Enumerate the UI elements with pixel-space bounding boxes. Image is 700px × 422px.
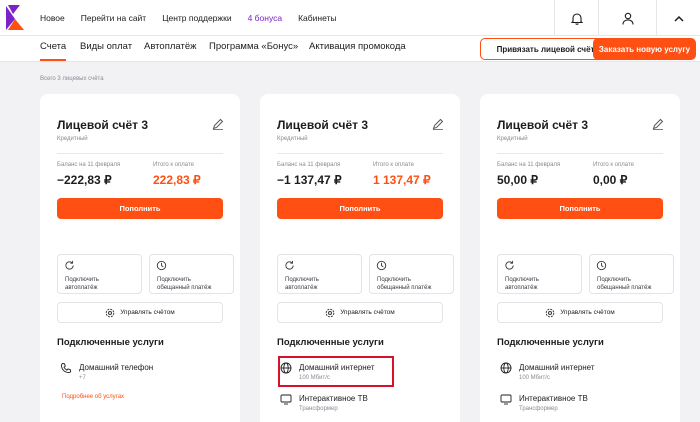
balance-label: Баланс на 11 февраля [277,162,341,168]
account-type: Кредитный [57,136,88,142]
services-heading: Подключенные услуги [277,337,384,348]
manage-account-button[interactable]: Управлять счётом [277,302,443,323]
account-type: Кредитный [497,136,528,142]
top-bar: Новое Перейти на сайт Центр поддержки 4 … [0,0,700,36]
tab-promo-activation[interactable]: Активация промокода [309,41,406,52]
account-card: Лицевой счёт 3 Кредитный Баланс на 11 фе… [40,94,240,422]
to-pay-value: 1 137,47 ₽ [373,173,431,187]
balance-value: −1 137,47 ₽ [277,173,342,187]
autopay-label: Подключить автоплатёж [285,277,319,291]
balance-value: 50,00 ₽ [497,173,538,187]
account-card: Лицевой счёт 3 Кредитный Баланс на 11 фе… [260,94,460,422]
notifications-button[interactable] [554,0,598,36]
highlight-box [278,356,394,387]
service-name: Домашний телефон [79,363,154,372]
service-name: Домашний интернет [519,363,595,372]
promised-payment-label: Подключить обещанный платёж [597,277,652,291]
order-service-button[interactable]: Заказать новую услугу [593,38,696,60]
nav-bonuses[interactable]: 4 бонуса [248,13,283,23]
service-name: Интерактивное ТВ [299,394,368,403]
top-nav: Новое Перейти на сайт Центр поддержки 4 … [40,0,337,36]
autopay-label: Подключить автоплатёж [505,277,539,291]
autopay-tile[interactable]: Подключить автоплатёж [497,254,582,294]
edit-icon[interactable] [432,118,444,130]
rostelecom-logo-icon[interactable] [4,4,28,32]
clock-icon [376,260,387,271]
tab-payment-types[interactable]: Виды оплат [80,41,132,52]
promised-payment-tile[interactable]: Подключить обещанный платёж [369,254,454,294]
account-card: Лицевой счёт 3 Кредитный Баланс на 11 фе… [480,94,680,422]
service-name: Интерактивное ТВ [519,394,588,403]
service-detail: 100 Мбит/с [519,375,550,381]
autopay-label: Подключить автоплатёж [65,277,99,291]
bell-icon [570,12,583,25]
service-details-link[interactable]: Подробнее об услугах [62,394,124,400]
promised-payment-tile[interactable]: Подключить обещанный платёж [589,254,674,294]
nav-support-center[interactable]: Центр поддержки [162,13,231,23]
tv-icon [500,394,512,405]
balance-value: −222,83 ₽ [57,173,112,187]
account-type: Кредитный [277,136,308,142]
topup-button[interactable]: Пополнить [57,198,223,219]
to-pay-label: Итого к оплате [153,162,194,168]
collapse-button[interactable] [656,0,700,36]
to-pay-value: 0,00 ₽ [593,173,628,187]
promised-payment-label: Подключить обещанный платёж [157,277,212,291]
manage-account-label: Управлять счётом [120,309,175,316]
nav-cabinets[interactable]: Кабинеты [298,13,336,23]
services-heading: Подключенные услуги [57,337,164,348]
refresh-icon [285,260,294,270]
clock-icon [156,260,167,271]
gear-icon [325,308,335,317]
balance-label: Баланс на 11 февраля [497,162,561,168]
nav-news[interactable]: Новое [40,13,65,23]
promised-payment-tile[interactable]: Подключить обещанный платёж [149,254,234,294]
manage-account-label: Управлять счётом [560,309,615,316]
accounts-count: Всего 3 лицевых счёта [40,76,104,82]
clock-icon [596,260,607,271]
refresh-icon [65,260,74,270]
service-detail: Трансформер [519,406,558,412]
service-detail: +7 [79,375,86,381]
chevron-up-icon [673,15,684,22]
promised-payment-label: Подключить обещанный платёж [377,277,432,291]
profile-button[interactable] [598,0,656,36]
user-icon [621,12,634,25]
divider [57,153,223,154]
tv-icon [280,394,292,405]
edit-icon[interactable] [212,118,224,130]
account-title: Лицевой счёт 3 [57,118,148,132]
phone-icon [61,363,72,373]
link-account-button[interactable]: Привязать лицевой счёт [480,38,611,60]
service-detail: Трансформер [299,406,338,412]
autopay-tile[interactable]: Подключить автоплатёж [57,254,142,294]
to-pay-value: 222,83 ₽ [153,173,201,187]
services-heading: Подключенные услуги [497,337,604,348]
tab-accounts[interactable]: Счета [40,41,67,61]
balance-label: Баланс на 11 февраля [57,162,121,168]
topup-button[interactable]: Пополнить [277,198,443,219]
topup-button[interactable]: Пополнить [497,198,663,219]
gear-icon [105,308,115,317]
manage-account-label: Управлять счётом [340,309,395,316]
to-pay-label: Итого к оплате [593,162,634,168]
manage-account-button[interactable]: Управлять счётом [497,302,663,323]
globe-icon [500,362,512,374]
tab-autopay[interactable]: Автоплатёж [144,41,196,52]
account-title: Лицевой счёт 3 [277,118,368,132]
tab-bar: Счета Виды оплат Автоплатёж Программа «Б… [0,36,700,62]
nav-go-to-site[interactable]: Перейти на сайт [81,13,146,23]
to-pay-label: Итого к оплате [373,162,414,168]
refresh-icon [505,260,514,270]
account-title: Лицевой счёт 3 [497,118,588,132]
edit-icon[interactable] [652,118,664,130]
divider [497,153,663,154]
divider [277,153,443,154]
tab-bonus-program[interactable]: Программа «Бонус» [209,41,298,52]
autopay-tile[interactable]: Подключить автоплатёж [277,254,362,294]
gear-icon [545,308,555,317]
manage-account-button[interactable]: Управлять счётом [57,302,223,323]
